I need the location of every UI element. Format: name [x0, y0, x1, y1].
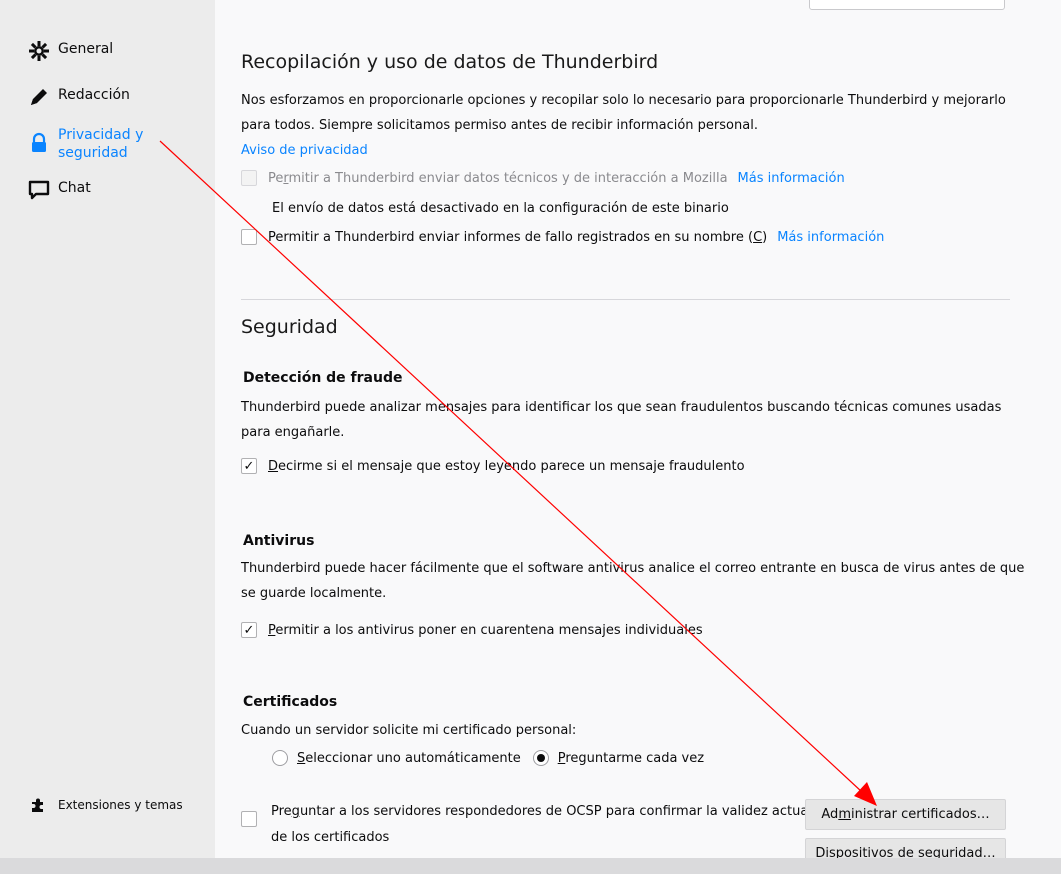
lock-icon — [28, 132, 50, 154]
sidebar-item-label: Chat — [58, 180, 91, 196]
sidebar-item-label-line1: Privacidad y — [58, 127, 144, 143]
sidebar-item-label-line2: seguridad — [58, 145, 128, 161]
radio-select-automatically-label: Seleccionar uno automáticamente — [297, 750, 521, 766]
fraud-description-line1: Thunderbird puede analizar mensajes para… — [241, 400, 1002, 415]
telemetry-label: Permitir a Thunderbird enviar datos técn… — [268, 170, 728, 186]
sidebar-item-privacy[interactable]: Privacidad y seguridad — [28, 126, 143, 162]
section-title-data-collection: Recopilación y uso de datos de Thunderbi… — [241, 51, 659, 73]
fraud-title: Detección de fraude — [243, 370, 403, 386]
fraud-description-line2: para engañarle. — [241, 425, 345, 440]
telemetry-more-info-link[interactable]: Más información — [738, 171, 845, 186]
sidebar-item-label: Redacción — [58, 87, 130, 103]
sidebar: General Redacción Privacidad y seguridad — [0, 0, 215, 874]
fraud-checkbox[interactable]: ✓ — [241, 458, 257, 474]
sidebar-item-redaccion[interactable]: Redacción — [28, 86, 130, 108]
antivirus-title: Antivirus — [243, 533, 315, 549]
sidebar-item-label: General — [58, 41, 114, 57]
telemetry-note: El envío de datos está desactivado en la… — [272, 201, 729, 216]
sidebar-item-chat[interactable]: Chat — [28, 179, 91, 201]
window-bottom-bar — [0, 858, 1061, 874]
sidebar-item-extensions[interactable]: Extensiones y temas — [30, 797, 183, 813]
certificate-choice-group: Seleccionar uno automáticamente Pregunta… — [272, 750, 704, 766]
crash-report-row: Permitir a Thunderbird enviar informes d… — [241, 229, 884, 245]
radio-ask-every-time[interactable] — [532, 750, 549, 766]
ocsp-checkbox[interactable] — [241, 811, 257, 831]
gear-icon — [28, 40, 50, 62]
puzzle-icon — [30, 797, 46, 813]
crash-report-more-info-link[interactable]: Más información — [777, 230, 884, 245]
telemetry-checkbox[interactable] — [241, 170, 257, 186]
privacy-notice-link[interactable]: Aviso de privacidad — [241, 143, 368, 158]
certificates-prompt: Cuando un servidor solicite mi certifica… — [241, 723, 577, 738]
search-input-partial[interactable] — [809, 0, 1005, 10]
telemetry-row: Permitir a Thunderbird enviar datos técn… — [241, 170, 845, 186]
radio-select-automatically[interactable] — [272, 750, 288, 766]
antivirus-checkbox[interactable]: ✓ — [241, 622, 257, 638]
fraud-row: ✓ Decirme si el mensaje que estoy leyend… — [241, 458, 745, 474]
data-collection-description-line1: Nos esforzamos en proporcionarle opcione… — [241, 93, 1006, 108]
chat-icon — [28, 179, 50, 201]
sidebar-item-general[interactable]: General — [28, 40, 113, 62]
data-collection-description-line2: para todos. Siempre solicitamos permiso … — [241, 118, 758, 133]
crash-report-checkbox[interactable] — [241, 229, 257, 245]
manage-certificates-button[interactable]: Administrar certificados… — [805, 799, 1006, 830]
fraud-checkbox-label: Decirme si el mensaje que estoy leyendo … — [268, 458, 745, 474]
preferences-content: Recopilación y uso de datos de Thunderbi… — [215, 0, 1061, 869]
antivirus-description-line1: Thunderbird puede hacer fácilmente que e… — [241, 561, 1025, 576]
antivirus-checkbox-label: Permitir a los antivirus poner en cuaren… — [268, 622, 703, 638]
radio-ask-every-time-label: Preguntarme cada vez — [557, 750, 705, 766]
antivirus-row: ✓ Permitir a los antivirus poner en cuar… — [241, 622, 703, 638]
extensions-label: Extensiones y temas — [58, 798, 183, 812]
ocsp-label: Preguntar a los servidores respondedores… — [271, 804, 812, 845]
pencil-icon — [28, 86, 50, 108]
crash-report-label: Permitir a Thunderbird enviar informes d… — [268, 229, 768, 245]
section-title-security: Seguridad — [241, 316, 338, 338]
certificates-title: Certificados — [243, 694, 338, 710]
antivirus-description-line2: se guarde localmente. — [241, 586, 387, 601]
section-separator — [241, 299, 1010, 300]
